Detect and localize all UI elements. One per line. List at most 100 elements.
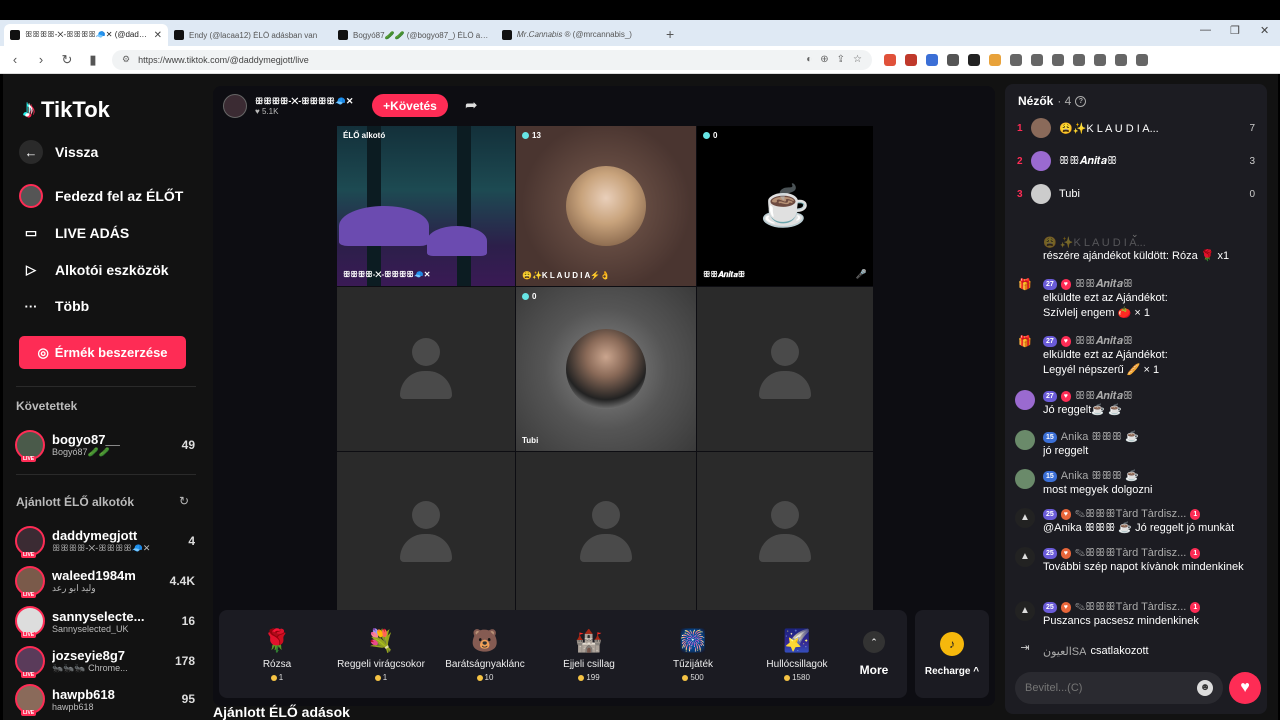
reload-icon[interactable]: ↻ (60, 52, 74, 68)
bookmark-icon[interactable]: ▮ (86, 52, 100, 68)
star-icon[interactable]: ☆ (853, 54, 862, 65)
top-viewer[interactable]: 2 ꕥꕥ𝑨𝒏𝒊𝒕𝒂ꕥ 3 (1017, 150, 1255, 172)
host-info[interactable]: ꕥꕥꕥꕥ-✕-ꕥꕥꕥꕥ🧢✕ ♥ 5.1K (223, 94, 353, 118)
gift-price-value: 10 (484, 673, 494, 682)
recommended-account[interactable]: LIVE hawpb618 hawpb618 95 (15, 682, 195, 716)
top-viewer[interactable]: 3 Tubi 0 (1017, 183, 1255, 205)
account-display-name: Bogyó87🥒🥒 (52, 447, 110, 457)
empty-seat-cell[interactable] (516, 452, 696, 612)
guest-video-cell[interactable]: 0 ☕ ꕥꕥ𝑨𝒏𝒊𝒕𝒂ꕥ 🎤 (697, 126, 873, 286)
chat-message: ▲ 25 ♥ ✎ꕥꕥꕥTàrd Tàrdisz... 1 Puszancs pa… (1015, 601, 1259, 629)
avatar[interactable]: ▲ (1015, 601, 1035, 621)
top-viewer[interactable]: 1 😩✨K L A U D I A... 7 (1017, 117, 1255, 139)
sender-name[interactable]: ꕥꕥ𝑨𝒏𝒊𝒕𝒂ꕥ (1075, 390, 1133, 403)
guest-video-cell[interactable]: 13 😩✨K L A U D I A⚡👌 (516, 126, 696, 286)
nav-explore-live[interactable]: Fedezd fel az ÉLŐT (19, 184, 183, 208)
emoji-icon[interactable]: ☻ (1197, 680, 1213, 696)
avatar[interactable] (1015, 469, 1035, 489)
window-close-icon[interactable]: ✕ (1260, 24, 1269, 37)
chat-input[interactable] (1025, 682, 1175, 694)
sender-name[interactable]: Anika ꕥꕥꕥ ☕ (1061, 430, 1139, 444)
extension-icon[interactable] (989, 53, 1001, 66)
gift-fireworks[interactable]: 🎆 Tűzijáték 500 (641, 626, 745, 682)
guest-name: 😩✨K L A U D I A⚡👌 (522, 271, 611, 280)
site-settings-icon[interactable]: ⚙ (122, 54, 130, 65)
forward-arrow-icon[interactable]: › (34, 52, 48, 67)
follow-button[interactable]: +Követés (372, 94, 448, 117)
sender-name[interactable]: ✎ꕥꕥꕥTàrd Tàrdisz... (1075, 601, 1186, 614)
gift-rose[interactable]: 🌹 Rózsa 1 (225, 626, 329, 682)
browser-tab[interactable]: Bogyó87🥒🥒 (@bogyo87_) ÉLŐ adásban (332, 24, 496, 46)
guest-video-cell[interactable]: 0 Tubi (516, 287, 696, 451)
host-avatar[interactable] (223, 94, 247, 118)
music-icon[interactable] (1052, 53, 1064, 66)
sidebar-icon[interactable] (1073, 53, 1085, 66)
share-icon[interactable]: ➦ (465, 96, 478, 114)
maximize-icon[interactable]: ❐ (1230, 24, 1240, 37)
browser-tab[interactable]: 𝑀𝑟.𝐶𝑎𝑛𝑛𝑎𝑏𝑖𝑠 ® (@mrcannabis_) (496, 24, 660, 46)
url-field[interactable]: ⚙ https://www.tiktok.com/@daddymegjott/l… (112, 49, 872, 70)
menu-dots-icon[interactable] (1136, 53, 1148, 66)
share-icon[interactable]: ⇪ (837, 54, 845, 65)
host-tag: ÉLŐ alkotó (343, 131, 385, 140)
empty-seat-cell[interactable] (337, 452, 515, 612)
avatar[interactable]: ▲ (1015, 508, 1035, 528)
sender-name[interactable]: ꕥꕥ𝑨𝒏𝒊𝒕𝒂ꕥ (1075, 335, 1133, 348)
recommended-account[interactable]: LIVE daddymegjott ꕥꕥꕥꕥ-✕-ꕥꕥꕥꕥ🧢✕ 4 (15, 524, 195, 558)
download-icon[interactable] (1031, 53, 1043, 66)
extension-icon[interactable] (905, 53, 917, 66)
puzzle-icon[interactable] (1010, 53, 1022, 66)
message-text: @Anika ꕥꕥꕥ ☕ Jó reggelt jó munkàt (1043, 522, 1235, 534)
avatar[interactable] (1015, 430, 1035, 450)
translate-icon[interactable] (926, 53, 938, 66)
recommended-account[interactable]: LIVE sannyselecte... Sannyselected_UK 16 (15, 604, 195, 638)
viewers-header[interactable]: Nézők · 4 ? (1018, 94, 1087, 108)
help-icon[interactable]: ? (1075, 95, 1087, 107)
back-arrow-icon[interactable]: ‹ (8, 52, 22, 67)
host-video-cell[interactable]: ÉLŐ alkotó ꕥꕥꕥꕥ-✕-ꕥꕥꕥꕥ🧢✕ (337, 126, 515, 286)
nav-back[interactable]: ← Vissza (19, 140, 98, 164)
recommended-account[interactable]: LIVE waleed1984m وليد ابو رعد 4.4K (15, 564, 195, 598)
extension-icon[interactable] (947, 53, 959, 66)
close-tab-icon[interactable]: ✕ (154, 30, 162, 41)
tiktok-logo[interactable]: ♪ TikTok (23, 96, 110, 124)
sender-name[interactable]: Anika ꕥꕥꕥ ☕ (1061, 469, 1139, 483)
gift-morning-bouquet[interactable]: 💐 Reggeli virágcsokor 1 (329, 626, 433, 682)
sender-name[interactable]: ✎ꕥꕥꕥTàrd Tàrdisz... (1075, 508, 1186, 521)
browser-tab[interactable]: Endy (@lacaa12) ÉLŐ adásban van (168, 24, 332, 46)
following-title: Követettek (16, 399, 78, 413)
message-body: 😩 ✨K L A U D I A... részére ajándékot kü… (1043, 236, 1259, 264)
browser-tab[interactable]: ꕥꕥꕥꕥ-✕-ꕥꕥꕥꕥ🧢✕ (@daddymegjott) ÉLŐ ✕ (4, 24, 168, 46)
recharge-button[interactable]: ♪ Recharge ^ (915, 610, 989, 698)
nav-live[interactable]: ▭ LIVE ADÁS (19, 221, 129, 245)
avatar (1031, 118, 1051, 138)
refresh-icon[interactable]: ↻ (179, 494, 189, 508)
sender-name[interactable]: ✎ꕥꕥꕥTàrd Tàrdisz... (1075, 547, 1186, 560)
gift-friendship-necklace[interactable]: 🐻 Barátságnyaklánc 10 (433, 626, 537, 682)
get-coins-button[interactable]: ◎ Érmék beszerzése (19, 336, 186, 369)
nav-creator-tools[interactable]: ▷ Alkotói eszközök (19, 258, 169, 282)
like-heart-button[interactable]: ♥ (1229, 672, 1261, 704)
avatar[interactable]: ▲ (1015, 547, 1035, 567)
level-badge: 15 (1043, 431, 1057, 443)
nav-more[interactable]: ··· Több (19, 294, 90, 318)
empty-seat-cell[interactable] (697, 287, 873, 451)
avatar[interactable] (1015, 390, 1035, 410)
sender-name[interactable]: ꕥꕥ𝑨𝒏𝒊𝒕𝒂ꕥ (1075, 278, 1133, 291)
zoom-icon[interactable]: ⊕ (820, 54, 828, 65)
more-gifts-button[interactable]: ⌃ More (849, 631, 899, 677)
reader-mode-icon[interactable]: ◐ (806, 54, 812, 65)
empty-seat-cell[interactable] (697, 452, 873, 612)
gift-night-star[interactable]: 🏰 Éjjeli csillag 199 (537, 626, 641, 682)
extension-icon[interactable] (968, 53, 980, 66)
gift-shooting-stars[interactable]: 🌠 Hullócsillagok 1580 (745, 626, 849, 682)
sender-name[interactable]: العيونSA (1043, 645, 1086, 658)
new-tab-icon[interactable]: + (666, 26, 674, 42)
shield-icon[interactable] (1115, 53, 1127, 66)
following-account[interactable]: LIVE bogyo87__ Bogyó87🥒🥒 49 (15, 428, 195, 462)
collections-icon[interactable] (1094, 53, 1106, 66)
minimize-icon[interactable]: — (1200, 24, 1211, 36)
extension-icon[interactable] (884, 53, 896, 66)
empty-seat-cell[interactable] (337, 287, 515, 451)
recommended-account[interactable]: LIVE jozseyie8g7 🐜🐜🐜 Chrome... 178 (15, 644, 195, 678)
